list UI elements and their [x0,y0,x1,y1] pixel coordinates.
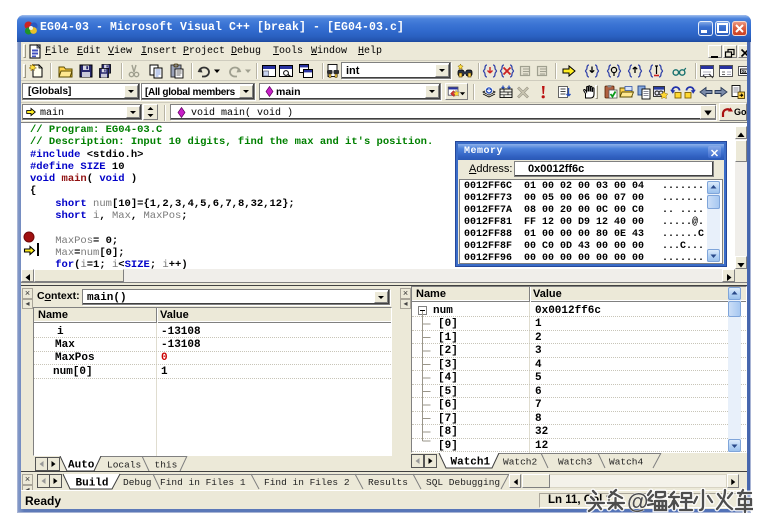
svg-text:Auto: Auto [68,460,95,472]
svg-text:Find in Files 1: Find in Files 1 [160,477,246,488]
svg-text:Build: Build [76,478,109,490]
svg-text:Find in Files 2: Find in Files 2 [264,477,350,488]
svg-text:Locals: Locals [107,460,141,471]
svg-text:Watch3: Watch3 [558,457,593,468]
svg-text:@: @ [627,489,648,514]
svg-text:Debug: Debug [123,477,152,488]
svg-text:Watch2: Watch2 [503,457,538,468]
svg-text:Results: Results [368,477,408,488]
svg-text:Watch4: Watch4 [609,457,644,468]
svg-text:SQL Debugging: SQL Debugging [426,477,500,488]
svg-text:Watch1: Watch1 [451,457,491,469]
svg-text:this: this [155,460,178,471]
